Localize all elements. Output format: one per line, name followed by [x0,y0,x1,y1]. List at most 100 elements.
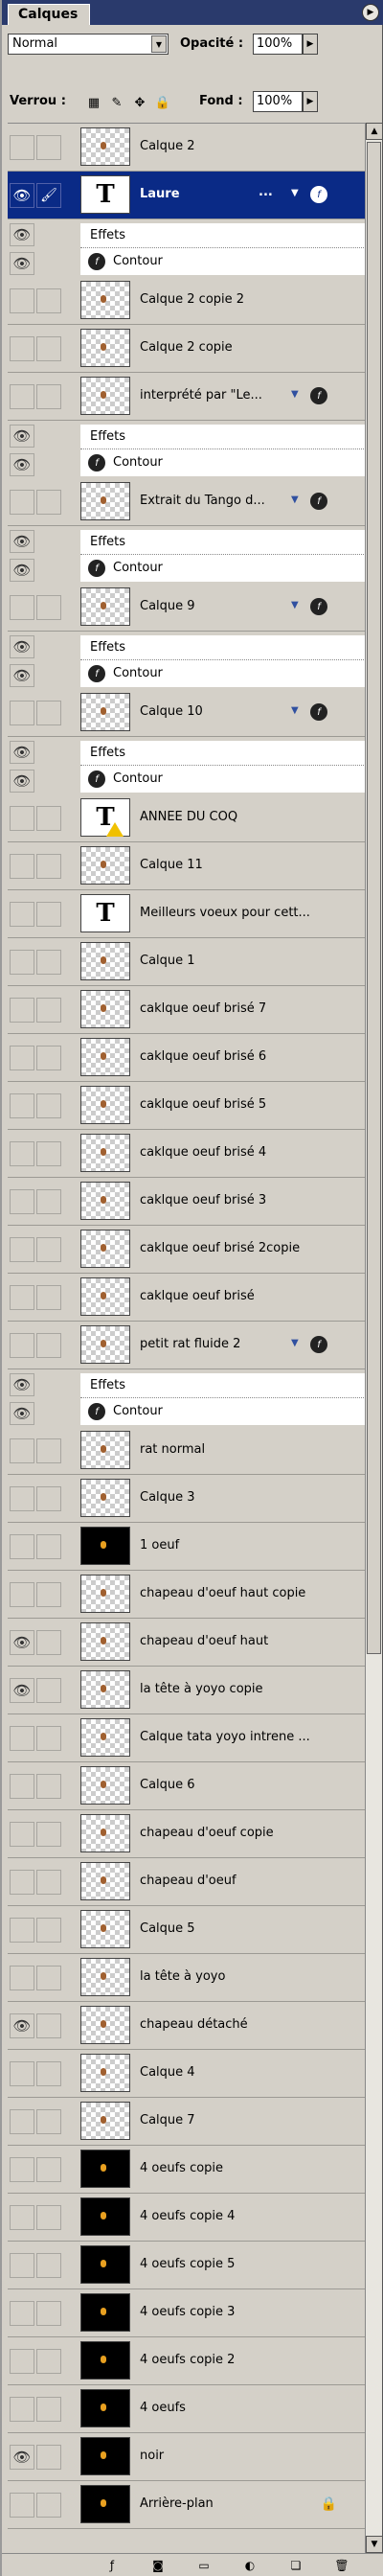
layers-scrollbar[interactable]: ▲ ▼ [365,123,383,2553]
visibility-eye-icon[interactable] [10,2109,34,2134]
layer-link-icon[interactable] [36,384,61,409]
layer-link-icon[interactable] [36,2013,61,2038]
visibility-eye-icon[interactable] [10,1726,34,1751]
visibility-eye-icon[interactable] [10,336,34,361]
layer-link-icon[interactable] [36,1486,61,1511]
fx-icon[interactable]: f [310,493,327,510]
layer-row[interactable]: Calque 1 [8,938,366,986]
layer-row[interactable]: chapeau d'oeuf haut copie [8,1571,366,1619]
layer-row[interactable]: caklque oeuf brisé 7 [8,986,366,1034]
lock-all-icon[interactable]: 🔒 [155,95,170,110]
layer-row[interactable]: Calque 10 ▼ f [8,689,366,737]
effects-eye-icon[interactable]: 👁 [10,1373,34,1396]
layer-row[interactable]: Calque 6 [8,1762,366,1810]
contour-row[interactable]: 👁 f Contour [8,449,366,478]
layer-link-icon[interactable] [36,1285,61,1310]
layer-row[interactable]: caklque oeuf brisé [8,1274,366,1322]
visibility-eye-icon[interactable] [10,1285,34,1310]
fx-icon[interactable]: f [310,387,327,404]
layer-link-icon[interactable] [36,1189,61,1214]
effects-row[interactable]: 👁 Effets [8,632,366,660]
effects-eye-icon[interactable]: 👁 [10,223,34,246]
layer-link-icon[interactable] [36,595,61,620]
visibility-eye-icon[interactable] [10,1438,34,1463]
layer-link-icon[interactable] [36,135,61,160]
layer-row[interactable]: Extrait du Tango d... ▼ f [8,478,366,526]
expand-triangle-icon[interactable]: ▼ [291,705,304,719]
layer-link-icon[interactable] [36,2157,61,2182]
layer-link-icon[interactable] [36,2493,61,2518]
visibility-eye-icon[interactable] [10,1534,34,1559]
expand-triangle-icon[interactable]: ▼ [291,389,304,402]
layer-row[interactable]: Calque 2 copie 2 [8,277,366,325]
lock-move-icon[interactable]: ✥ [132,95,147,110]
scroll-thumb[interactable] [367,142,381,1654]
layer-row[interactable]: caklque oeuf brisé 3 [8,1178,366,1226]
visibility-eye-icon[interactable] [10,1046,34,1070]
layer-link-icon[interactable] [36,2061,61,2086]
contour-row[interactable]: 👁 f Contour [8,248,366,277]
layer-link-icon[interactable] [36,1582,61,1607]
opacity-input[interactable]: 100% [253,34,303,55]
layer-row[interactable]: Calque 5 [8,1906,366,1954]
contour-eye-icon[interactable]: 👁 [10,559,34,582]
layer-link-icon[interactable] [36,1774,61,1799]
effects-eye-icon[interactable]: 👁 [10,530,34,553]
fx-icon[interactable]: f [310,1336,327,1353]
visibility-eye-icon[interactable] [10,1093,34,1118]
visibility-eye-icon[interactable] [10,288,34,313]
visibility-eye-icon[interactable] [10,1141,34,1166]
layer-link-icon[interactable] [36,288,61,313]
visibility-eye-icon[interactable] [10,490,34,515]
layer-row[interactable]: caklque oeuf brisé 4 [8,1130,366,1178]
layer-link-icon[interactable] [36,1141,61,1166]
effects-eye-icon[interactable]: 👁 [10,741,34,764]
visibility-eye-icon[interactable] [10,950,34,975]
contour-eye-icon[interactable]: 👁 [10,453,34,476]
layer-row[interactable]: 👁 la tête à yoyo copie [8,1667,366,1714]
layer-row[interactable]: Calque 2 copie [8,325,366,373]
contour-eye-icon[interactable]: 👁 [10,1402,34,1425]
visibility-eye-icon[interactable] [10,1870,34,1895]
visibility-eye-icon[interactable] [10,1486,34,1511]
visibility-eye-icon[interactable]: 👁 [10,2445,34,2470]
layer-link-icon[interactable] [36,1237,61,1262]
panel-menu-icon[interactable]: ▶ [362,4,379,21]
layer-row[interactable]: Calque 3 [8,1475,366,1523]
visibility-eye-icon[interactable] [10,998,34,1023]
scroll-down-icon[interactable]: ▼ [366,2536,383,2553]
layer-row[interactable]: Calque 7 [8,2098,366,2146]
layer-link-icon[interactable] [36,854,61,879]
expand-triangle-icon[interactable]: ▼ [291,188,304,201]
layer-row[interactable]: 4 oeufs copie 3 [8,2289,366,2337]
lock-transparency-icon[interactable]: ▦ [86,95,101,110]
layer-link-icon[interactable] [36,336,61,361]
layer-row[interactable]: 4 oeufs copie 4 [8,2194,366,2242]
contour-eye-icon[interactable]: 👁 [10,664,34,687]
layer-link-icon[interactable] [36,2301,61,2326]
layer-row[interactable]: chapeau d'oeuf [8,1858,366,1906]
scroll-up-icon[interactable]: ▲ [366,123,383,140]
visibility-eye-icon[interactable] [10,1822,34,1847]
visibility-eye-icon[interactable] [10,806,34,831]
visibility-eye-icon[interactable] [10,595,34,620]
effects-row[interactable]: 👁 Effets [8,737,366,766]
visibility-eye-icon[interactable]: 👁 [10,1630,34,1655]
layer-row[interactable]: T Meilleurs voeux pour cett... [8,890,366,938]
layer-link-icon[interactable] [36,1046,61,1070]
layer-row[interactable]: 4 oeufs copie 2 [8,2337,366,2385]
effects-eye-icon[interactable]: 👁 [10,635,34,658]
visibility-eye-icon[interactable] [10,2301,34,2326]
layer-row[interactable]: caklque oeuf brisé 2copie [8,1226,366,1274]
trash-icon[interactable]: 🗑 [333,2558,350,2573]
visibility-eye-icon[interactable]: 👁 [10,2013,34,2038]
expand-triangle-icon[interactable]: ▼ [291,494,304,508]
layer-link-icon[interactable] [36,1093,61,1118]
visibility-eye-icon[interactable] [10,135,34,160]
layer-link-icon[interactable]: 🖌 [36,183,61,208]
effects-row[interactable]: 👁 Effets [8,526,366,555]
layer-link-icon[interactable] [36,902,61,927]
layer-row[interactable]: 4 oeufs [8,2385,366,2433]
layer-link-icon[interactable] [36,1438,61,1463]
layer-link-icon[interactable] [36,2253,61,2278]
